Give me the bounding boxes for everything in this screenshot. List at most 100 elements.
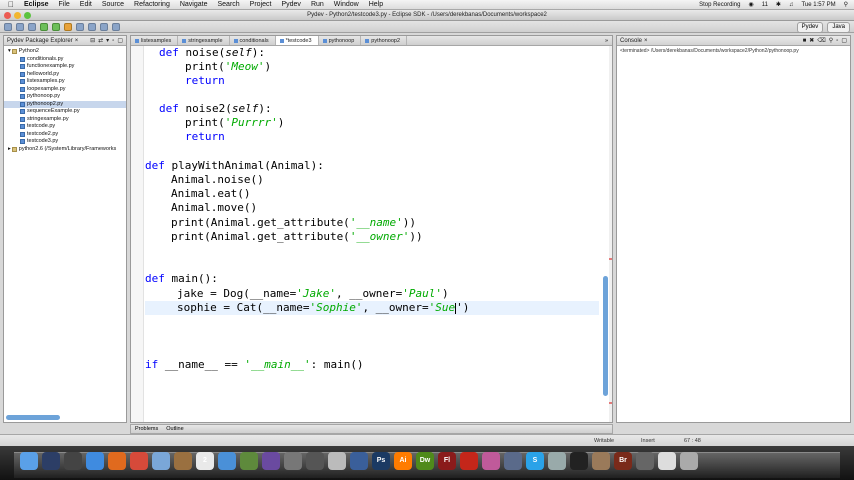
tree-item[interactable]: pythonoop2.py	[4, 100, 126, 108]
dock-itunes-icon[interactable]	[218, 452, 236, 470]
menu-source[interactable]: Source	[102, 0, 124, 10]
dock-app-e-icon[interactable]	[636, 452, 654, 470]
menu-file[interactable]: File	[59, 0, 70, 10]
console-close-icon[interactable]: ×	[644, 36, 648, 45]
external-tools-icon[interactable]	[64, 23, 72, 31]
maximize-view-icon[interactable]: ▢	[117, 36, 123, 45]
print-icon[interactable]	[28, 23, 36, 31]
save-icon[interactable]	[16, 23, 24, 31]
maximize-console-icon[interactable]: ▢	[841, 36, 847, 45]
perspective-java[interactable]: Java	[827, 22, 850, 33]
dock-skype-icon[interactable]: S	[526, 452, 544, 470]
tree-expand-icon[interactable]: ▸	[8, 146, 11, 154]
explorer-close-icon[interactable]: ×	[75, 36, 79, 45]
menu-project[interactable]: Project	[250, 0, 272, 10]
menu-search[interactable]: Search	[217, 0, 239, 10]
dock-terminal-icon[interactable]	[570, 452, 588, 470]
overview-ruler[interactable]	[609, 46, 612, 422]
tree-item[interactable]: sequenceExample.py	[4, 108, 126, 116]
editor-tab[interactable]: stringexample	[178, 36, 230, 45]
console-title[interactable]: Console	[620, 36, 642, 45]
new-icon[interactable]	[4, 23, 12, 31]
view-menu-icon[interactable]: ▾	[106, 36, 109, 45]
clock[interactable]: Tue 1:57 PM	[801, 0, 835, 10]
more-tabs[interactable]: »	[605, 36, 612, 45]
code-area[interactable]: def noise(self): print('Meow') return de…	[145, 46, 599, 422]
tree-item[interactable]: conditionals.py	[4, 56, 126, 64]
stop-recording-label[interactable]: Stop Recording	[699, 0, 740, 10]
dock-ps-icon[interactable]: Ps	[372, 452, 390, 470]
menu-run[interactable]: Run	[311, 0, 324, 10]
explorer-horizontal-scrollbar[interactable]	[6, 415, 60, 420]
tree-item[interactable]: listexamples.py	[4, 78, 126, 86]
clear-console-icon[interactable]: ⌫	[817, 36, 825, 45]
tree-item[interactable]: testcode.py	[4, 123, 126, 131]
search-icon[interactable]	[88, 23, 96, 31]
dock-ai-icon[interactable]: Ai	[394, 452, 412, 470]
dock-firefox-icon[interactable]	[108, 452, 126, 470]
tab-problems[interactable]: Problems	[135, 425, 158, 433]
dock-utility-icon[interactable]	[284, 452, 302, 470]
tree-item[interactable]: testcode3.py	[4, 138, 126, 146]
dock-doc-icon[interactable]	[658, 452, 676, 470]
tree-item[interactable]: ▸ python2.6 (/System/Library/Frameworks	[4, 146, 126, 154]
dock-finder-icon[interactable]	[20, 452, 38, 470]
terminate-icon[interactable]: ■	[803, 36, 807, 45]
editor-tab[interactable]: *testcode3	[275, 36, 319, 45]
bluetooth-icon[interactable]: ✱	[776, 0, 781, 10]
editor-tab[interactable]: pythonoop2	[361, 36, 408, 45]
dock-fl-icon[interactable]: Fl	[438, 452, 456, 470]
tree-item[interactable]: functionexample.py	[4, 63, 126, 71]
pin-console-icon[interactable]: ⚲	[829, 36, 833, 45]
dock-imovie-icon[interactable]	[262, 452, 280, 470]
perspective-pydev[interactable]: Pydev	[796, 22, 824, 33]
dock-address-book-icon[interactable]	[174, 452, 192, 470]
tab-outline[interactable]: Outline	[166, 425, 183, 433]
apple-icon[interactable]: 	[8, 0, 14, 10]
wifi-icon[interactable]: ◉	[748, 0, 753, 10]
tree-item[interactable]: helloworld.py	[4, 71, 126, 79]
remove-launch-icon[interactable]: ✖	[809, 36, 814, 45]
spotlight-icon[interactable]: ⚲	[844, 0, 848, 10]
editor-tab[interactable]: listexamples	[131, 36, 179, 45]
menu-refactoring[interactable]: Refactoring	[134, 0, 170, 10]
ruler-marker[interactable]	[609, 402, 612, 404]
dock-dw-icon[interactable]: Dw	[416, 452, 434, 470]
new-project-icon[interactable]	[76, 23, 84, 31]
dock-ical-icon[interactable]: 2	[196, 452, 214, 470]
forward-icon[interactable]	[112, 23, 120, 31]
volume-icon[interactable]: ♫	[789, 0, 794, 10]
editor-tab[interactable]: conditionals	[230, 36, 276, 45]
tree-item[interactable]: pythonoop.py	[4, 93, 126, 101]
dock-app-a-icon[interactable]	[482, 452, 500, 470]
menu-app[interactable]: Eclipse	[24, 0, 49, 10]
dock-acrobat-icon[interactable]	[460, 452, 478, 470]
dock-mission-control-icon[interactable]	[64, 452, 82, 470]
tree-item[interactable]: loopexample.py	[4, 86, 126, 94]
dock-chrome-icon[interactable]	[130, 452, 148, 470]
tree-item[interactable]: stringexample.py	[4, 116, 126, 124]
run-icon[interactable]	[52, 23, 60, 31]
dock-safari-icon[interactable]	[86, 452, 104, 470]
mail-count[interactable]: 11	[762, 0, 768, 10]
link-editor-icon[interactable]: ⇄	[98, 36, 103, 45]
dock-mail-icon[interactable]	[152, 452, 170, 470]
dock-app-b-icon[interactable]	[504, 452, 522, 470]
minimize-console-icon[interactable]: ▫	[836, 36, 838, 45]
dock-app-c-icon[interactable]	[548, 452, 566, 470]
dock-trash-icon[interactable]	[680, 452, 698, 470]
collapse-all-icon[interactable]: ⊟	[90, 36, 95, 45]
menu-navigate[interactable]: Navigate	[180, 0, 208, 10]
dock-textedit-icon[interactable]	[328, 452, 346, 470]
menu-window[interactable]: Window	[334, 0, 359, 10]
ruler-marker[interactable]	[609, 258, 612, 260]
editor-tab[interactable]: pythonoop	[319, 36, 362, 45]
dock-app-d-icon[interactable]	[592, 452, 610, 470]
tree-item[interactable]: ▾ Python2	[4, 48, 126, 56]
debug-icon[interactable]	[40, 23, 48, 31]
menu-pydev[interactable]: Pydev	[281, 0, 300, 10]
dock-screen-icon[interactable]	[306, 452, 324, 470]
minimize-view-icon[interactable]: ▫	[112, 36, 114, 45]
dock-xcode-icon[interactable]	[350, 452, 368, 470]
explorer-title[interactable]: Pydev Package Explorer	[7, 36, 73, 45]
